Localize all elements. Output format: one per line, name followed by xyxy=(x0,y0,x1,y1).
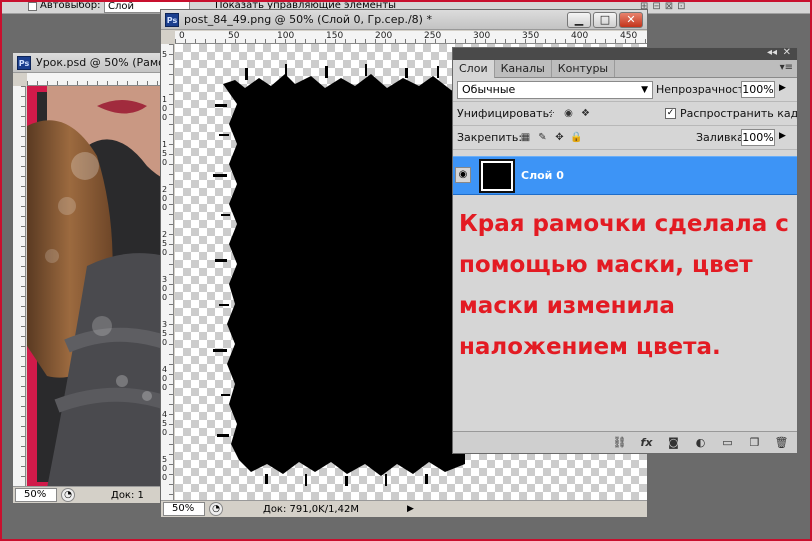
blend-row: Обычные ▼ Непрозрачность: 100% ▶ xyxy=(453,78,797,102)
new-layer-icon[interactable]: ❐ xyxy=(747,435,762,450)
link-layers-icon[interactable]: ⛓ xyxy=(612,435,627,450)
lock-all-icon[interactable]: 🔒 xyxy=(570,131,583,144)
navigator-icon[interactable]: ◔ xyxy=(61,488,75,502)
ruler-tick-label: 150 xyxy=(162,140,168,167)
minimize-button[interactable]: ▁ xyxy=(567,12,591,28)
ruler-tick-label: 500 xyxy=(162,455,168,482)
photo-doc-info: Док: 1 xyxy=(111,489,144,501)
photo-zoom-field[interactable]: 50% xyxy=(15,488,57,502)
add-mask-icon[interactable]: ◙ xyxy=(666,435,681,450)
png-window-titlebar[interactable]: Ps post_84_49.png @ 50% (Слой 0, Гр.сер.… xyxy=(161,10,647,30)
ruler-tick-label: 100 xyxy=(277,31,295,41)
unify-label: Унифицировать: xyxy=(457,107,553,120)
unify-style-icon[interactable]: ❖ xyxy=(579,107,592,120)
png-status-bar: 50% ◔ Док: 791,0K/1,42M ▶ xyxy=(161,500,647,517)
new-group-icon[interactable]: ▭ xyxy=(720,435,735,450)
layer-row-selected[interactable]: ◉ Слой 0 xyxy=(453,156,797,195)
tab-channels[interactable]: Каналы xyxy=(495,60,552,77)
lock-transparency-icon[interactable]: ▦ xyxy=(519,131,532,144)
ruler-tick-label: 400 xyxy=(162,365,168,392)
lock-position-icon[interactable]: ✥ xyxy=(553,131,566,144)
opacity-arrow-icon[interactable]: ▶ xyxy=(779,83,786,93)
unify-position-icon[interactable]: ⁘ xyxy=(545,107,558,120)
ruler-tick-label: 400 xyxy=(571,31,589,41)
ruler-tick-label: 450 xyxy=(620,31,638,41)
ruler-tick-label: 350 xyxy=(522,31,540,41)
panel-footer: ⛓ fx ◙ ◐ ▭ ❐ 🗑 xyxy=(453,431,797,453)
ruler-tick-label: 5 xyxy=(162,50,168,59)
propagate-frame-checkbox[interactable]: ✓ xyxy=(665,108,676,119)
maximize-button[interactable]: □ xyxy=(593,12,617,28)
propagate-label: Распространить кадр 1 xyxy=(680,107,798,120)
photoshop-icon: Ps xyxy=(165,12,179,27)
trash-icon[interactable]: 🗑 xyxy=(774,435,789,450)
png-horizontal-ruler: 0 50 100 150 200 250 300 350 400 450 xyxy=(175,31,647,44)
panel-header[interactable]: ◂◂ ✕ xyxy=(453,48,797,60)
fill-input[interactable]: 100% xyxy=(741,129,775,146)
ruler-tick-label: 250 xyxy=(162,230,168,257)
unify-visibility-icon[interactable]: ◉ xyxy=(562,107,575,120)
lock-row: Закрепить: ▦ ✎ ✥ 🔒 Заливка: 100% ▶ xyxy=(453,126,797,150)
tab-layers[interactable]: Слои xyxy=(453,60,495,78)
unify-row: Унифицировать: ⁘ ◉ ❖ ✓ Распространить ка… xyxy=(453,102,797,126)
ruler-tick-label: 100 xyxy=(162,95,168,122)
ruler-tick-label: 150 xyxy=(326,31,344,41)
chevron-down-icon: ▼ xyxy=(641,85,648,95)
panel-close-icon[interactable]: ✕ xyxy=(783,48,791,58)
ruler-tick-label: 200 xyxy=(162,185,168,212)
auto-select-checkbox[interactable] xyxy=(28,2,37,11)
annotation-line: наложением цвета. xyxy=(459,334,721,360)
ruler-tick-label: 250 xyxy=(424,31,442,41)
png-vertical-ruler: 5 100 150 200 250 300 350 400 450 500 xyxy=(161,44,174,502)
lock-label: Закрепить: xyxy=(457,131,523,144)
ruler-tick-label: 0 xyxy=(179,31,185,41)
ruler-tick-label: 200 xyxy=(375,31,393,41)
fx-icon[interactable]: fx xyxy=(639,435,654,450)
annotation-line: Края рамочки сделала с xyxy=(459,211,789,237)
photoshop-icon: Ps xyxy=(17,55,31,70)
panel-menu-icon[interactable]: ▾≡ xyxy=(780,62,793,73)
ruler-tick-label: 50 xyxy=(228,31,240,41)
ruler-tick-label: 300 xyxy=(162,275,168,302)
fill-label: Заливка: xyxy=(696,131,748,144)
adjustment-layer-icon[interactable]: ◐ xyxy=(693,435,708,450)
status-arrow-icon[interactable]: ▶ xyxy=(407,504,414,514)
opacity-label: Непрозрачность: xyxy=(656,83,755,96)
png-zoom-field[interactable]: 50% xyxy=(163,502,205,516)
photo-vertical-ruler xyxy=(13,86,26,488)
annotation-line: помощью маски, цвет xyxy=(459,252,753,278)
png-window-title: post_84_49.png @ 50% (Слой 0, Гр.сер./8)… xyxy=(184,13,432,26)
ruler-tick-label: 350 xyxy=(162,320,168,347)
opacity-input[interactable]: 100% xyxy=(741,81,775,98)
annotation-line: маски изменила xyxy=(459,293,675,319)
png-doc-info: Док: 791,0K/1,42M xyxy=(263,503,359,515)
layer-name[interactable]: Слой 0 xyxy=(521,157,564,195)
fill-arrow-icon[interactable]: ▶ xyxy=(779,131,786,141)
auto-select-label: Автовыбор: xyxy=(40,0,101,11)
eye-icon[interactable]: ◉ xyxy=(455,167,471,183)
photo-window-title: Урок.psd @ 50% (Рамо xyxy=(36,56,165,69)
tab-paths[interactable]: Контуры xyxy=(552,60,616,77)
layers-panel[interactable]: ◂◂ ✕ Слои Каналы Контуры ▾≡ Обычные ▼ Не… xyxy=(452,47,798,454)
collapse-icon[interactable]: ◂◂ xyxy=(767,48,777,58)
blend-mode-select[interactable]: Обычные ▼ xyxy=(457,81,653,99)
layers-list-area: Края рамочки сделала с помощью маски, цв… xyxy=(453,196,797,431)
layer-thumbnail[interactable] xyxy=(479,159,515,193)
lock-pixels-icon[interactable]: ✎ xyxy=(536,131,549,144)
ruler-tick-label: 300 xyxy=(473,31,491,41)
panel-tabs: Слои Каналы Контуры ▾≡ xyxy=(453,60,797,78)
blend-mode-value: Обычные xyxy=(462,83,516,96)
close-button[interactable]: ✕ xyxy=(619,12,643,28)
navigator-icon[interactable]: ◔ xyxy=(209,502,223,516)
ruler-tick-label: 450 xyxy=(162,410,168,437)
